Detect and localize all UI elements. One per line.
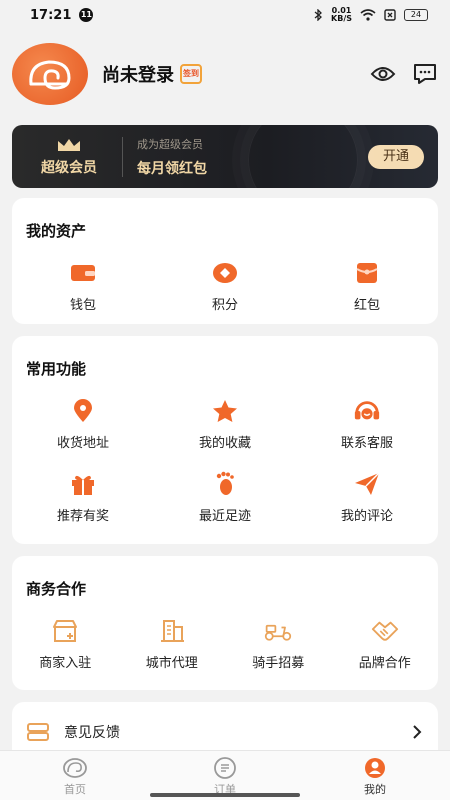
status-bar: 17:21 11 0.01 KB/S 24 xyxy=(0,0,450,30)
net-speed: 0.01 KB/S xyxy=(331,6,352,23)
function-referral[interactable]: 推荐有奖 xyxy=(12,471,154,524)
feedback-icon xyxy=(27,723,49,741)
home-indicator[interactable] xyxy=(150,793,300,797)
business-card: 商务合作 商家入驻 城市代理 骑手招募 品牌合作 xyxy=(12,556,438,690)
store-icon xyxy=(51,618,79,644)
star-icon xyxy=(211,398,239,424)
vip-title: 超级会员 xyxy=(41,159,97,176)
sign-in-badge[interactable]: 签到 xyxy=(180,64,202,84)
chevron-right-icon xyxy=(413,725,422,739)
vip-subtitle: 成为超级会员 xyxy=(137,137,203,151)
vip-open-button[interactable]: 开通 xyxy=(368,144,424,169)
function-reviews[interactable]: 我的评论 xyxy=(296,471,438,524)
business-brand[interactable]: 品牌合作 xyxy=(332,618,439,671)
shell-logo-icon xyxy=(29,60,71,90)
wallet-icon xyxy=(69,260,97,286)
gift-icon xyxy=(69,471,97,497)
orders-tab-icon xyxy=(214,757,236,779)
headset-icon xyxy=(353,398,381,424)
tab-mine[interactable]: 我的 xyxy=(300,751,450,800)
tab-home[interactable]: 首页 xyxy=(0,751,150,800)
bottom-tab-bar: 首页 订单 我的 xyxy=(0,750,450,800)
points-icon xyxy=(211,260,239,286)
red-packet-icon xyxy=(353,260,381,286)
asset-points[interactable]: 积分 xyxy=(154,260,296,313)
business-merchant[interactable]: 商家入驻 xyxy=(12,618,119,671)
vip-divider xyxy=(122,136,123,177)
sim-icon xyxy=(384,9,396,21)
mine-tab-icon xyxy=(365,758,385,778)
vip-promo: 每月领红包 xyxy=(137,160,207,177)
function-favorites[interactable]: 我的收藏 xyxy=(154,398,296,451)
function-footprint[interactable]: 最近足迹 xyxy=(154,471,296,524)
home-tab-icon xyxy=(63,758,87,778)
asset-wallet[interactable]: 钱包 xyxy=(12,260,154,313)
functions-card: 常用功能 收货地址 我的收藏 联系客服 推荐有奖 最近足迹 我的评论 xyxy=(12,336,438,544)
wifi-icon xyxy=(360,9,376,21)
send-icon xyxy=(353,471,381,497)
handshake-icon xyxy=(371,618,399,644)
building-icon xyxy=(158,618,186,644)
asset-red-packet[interactable]: 红包 xyxy=(296,260,438,313)
function-service[interactable]: 联系客服 xyxy=(296,398,438,451)
vip-decoration xyxy=(248,125,358,188)
status-time: 17:21 xyxy=(30,7,72,23)
message-icon[interactable] xyxy=(412,61,438,87)
eye-icon[interactable] xyxy=(370,61,396,87)
footprint-icon xyxy=(211,471,239,497)
vip-banner[interactable]: 超级会员 成为超级会员 每月领红包 开通 xyxy=(12,125,438,188)
function-address[interactable]: 收货地址 xyxy=(12,398,154,451)
profile-name[interactable]: 尚未登录 xyxy=(102,61,174,87)
business-agent[interactable]: 城市代理 xyxy=(119,618,226,671)
feedback-label: 意见反馈 xyxy=(64,725,120,741)
business-title: 商务合作 xyxy=(26,580,87,598)
functions-title: 常用功能 xyxy=(26,360,87,378)
location-icon xyxy=(69,398,97,424)
assets-card: 我的资产 钱包 积分 红包 xyxy=(12,198,438,324)
scooter-icon xyxy=(264,618,292,644)
notification-count-badge: 11 xyxy=(79,8,94,22)
assets-title: 我的资产 xyxy=(26,222,87,240)
profile-header: 尚未登录 签到 xyxy=(12,42,438,106)
crown-icon xyxy=(58,138,80,151)
avatar[interactable] xyxy=(12,43,88,105)
business-rider[interactable]: 骑手招募 xyxy=(225,618,332,671)
bluetooth-icon xyxy=(314,9,322,21)
battery-indicator: 24 xyxy=(404,9,428,21)
